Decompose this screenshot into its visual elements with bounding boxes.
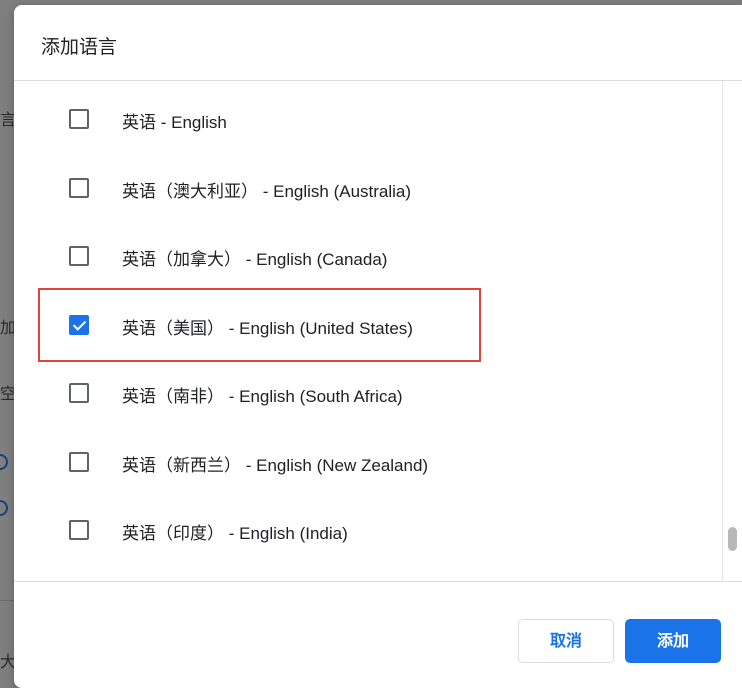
language-label: 英语（新西兰） - English (New Zealand) <box>122 456 429 475</box>
language-label: 英语（加拿大） - English (Canada) <box>122 250 388 269</box>
language-item-english-south-africa[interactable]: 英语（南非） - English (South Africa) <box>14 373 722 413</box>
dialog-title: 添加语言 <box>41 37 118 58</box>
background-radio-icon <box>0 454 8 470</box>
checkbox-english-south-africa[interactable] <box>69 383 89 403</box>
add-language-dialog: 添加语言 英语 - English 英语（澳大利亚） - English (Au… <box>14 5 742 688</box>
background-divider <box>0 600 14 601</box>
scrollbar-track[interactable] <box>722 81 742 581</box>
checkbox-english-canada[interactable] <box>69 246 89 266</box>
checkbox-english[interactable] <box>69 109 89 129</box>
language-label: 英语（印度） - English (India) <box>122 524 348 543</box>
background-radio-icon <box>0 500 8 516</box>
scrollbar-thumb[interactable] <box>728 527 737 551</box>
cancel-button[interactable]: 取消 <box>518 619 614 663</box>
language-item-english-india[interactable]: 英语（印度） - English (India) <box>14 510 722 550</box>
checkbox-english-india[interactable] <box>69 520 89 540</box>
footer-divider <box>14 581 742 582</box>
selection-highlight-box <box>38 288 481 362</box>
language-label: 英语（南非） - English (South Africa) <box>122 387 403 406</box>
language-item-english-new-zealand[interactable]: 英语（新西兰） - English (New Zealand) <box>14 442 722 482</box>
add-button[interactable]: 添加 <box>625 619 721 663</box>
language-item-english-canada[interactable]: 英语（加拿大） - English (Canada) <box>14 236 722 276</box>
language-item-english-australia[interactable]: 英语（澳大利亚） - English (Australia) <box>14 168 722 208</box>
checkbox-english-new-zealand[interactable] <box>69 452 89 472</box>
checkbox-english-australia[interactable] <box>69 178 89 198</box>
language-label: 英语（澳大利亚） - English (Australia) <box>122 182 412 201</box>
language-item-english[interactable]: 英语 - English <box>14 99 722 139</box>
language-label: 英语 - English <box>122 113 227 132</box>
